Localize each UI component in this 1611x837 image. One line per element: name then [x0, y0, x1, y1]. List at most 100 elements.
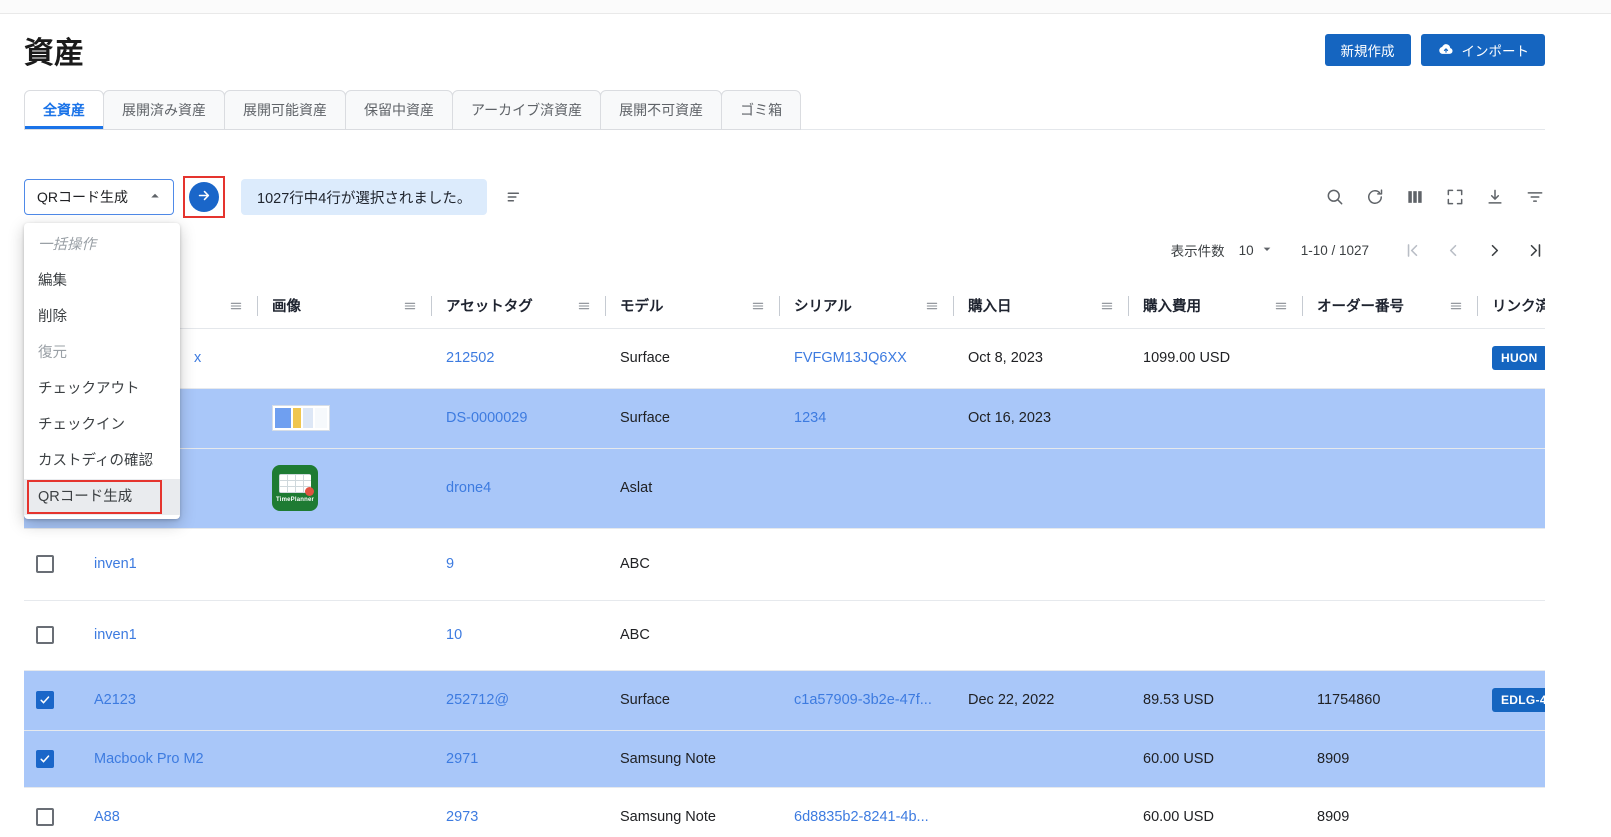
cell-order-number [1303, 600, 1478, 670]
asset-name-link[interactable]: A2123 [94, 692, 136, 708]
filter-icon[interactable] [1525, 187, 1545, 207]
asset-image-app-icon[interactable]: TimePlanner [272, 465, 318, 511]
asset-tag-link[interactable]: 2971 [446, 751, 478, 767]
columns-icon[interactable] [1405, 187, 1425, 207]
menu-item-bulk-operations: 一括操作 [24, 227, 180, 263]
arrow-right-icon [196, 187, 213, 207]
toolbar-right-icons [1325, 187, 1545, 207]
cell-model: ABC [606, 528, 780, 600]
table-row: Macbook Pro M22971Samsung Note60.00 USD8… [24, 730, 1545, 787]
linked-badge[interactable]: HUON [1492, 346, 1545, 370]
column-menu-icon[interactable] [750, 298, 766, 314]
pagination-range: 1-10 / 1027 [1301, 243, 1369, 258]
tab-trash[interactable]: ゴミ箱 [721, 90, 801, 130]
search-icon[interactable] [1325, 187, 1345, 207]
toolbar: QRコード生成 一括操作編集削除復元チェックアウトチェックインカストディの確認Q… [24, 176, 1545, 218]
cell-purchase-date [954, 787, 1129, 837]
menu-item-generate-qr[interactable]: QRコード生成 [24, 479, 180, 515]
menu-item-delete[interactable]: 削除 [24, 299, 180, 335]
import-button[interactable]: インポート [1421, 34, 1546, 66]
serial-link[interactable]: 6d8835b2-8241-4b... [794, 809, 929, 825]
column-header-purchase-date[interactable]: 購入日 [954, 284, 1129, 328]
asset-name-link[interactable]: Macbook Pro M2 [94, 751, 204, 767]
column-header-linked[interactable]: リンク済 [1478, 284, 1545, 328]
row-checkbox[interactable] [36, 808, 54, 826]
first-page-icon [1403, 241, 1422, 260]
column-header-asset-tag[interactable]: アセットタグ [432, 284, 606, 328]
cell-order-number [1303, 388, 1478, 448]
column-menu-icon[interactable] [1273, 298, 1289, 314]
tab-deployed-assets[interactable]: 展開済み資産 [103, 90, 225, 130]
asset-tag-link[interactable]: DS-0000029 [446, 410, 527, 426]
cell-purchase-date: Oct 8, 2023 [954, 328, 1129, 388]
cell-order-number [1303, 528, 1478, 600]
page-size-select[interactable]: 10 [1239, 241, 1275, 260]
cell-purchase-cost [1129, 388, 1303, 448]
column-menu-icon[interactable] [576, 298, 592, 314]
row-checkbox[interactable] [36, 750, 54, 768]
asset-image-thumbnail[interactable] [272, 405, 330, 431]
asset-name-link[interactable]: inven1 [94, 556, 137, 572]
tab-deployable-assets[interactable]: 展開可能資産 [224, 90, 346, 130]
cloud-upload-icon [1437, 40, 1455, 61]
fullscreen-icon[interactable] [1445, 187, 1465, 207]
last-page-icon[interactable] [1526, 241, 1545, 260]
tab-undeployable-assets[interactable]: 展開不可資産 [600, 90, 722, 130]
menu-item-checkin[interactable]: チェックイン [24, 407, 180, 443]
column-header-order-number[interactable]: オーダー番号 [1303, 284, 1478, 328]
cell-model: Aslat [606, 448, 780, 528]
serial-link[interactable]: 1234 [794, 410, 826, 426]
cell-purchase-cost: 1099.00 USD [1129, 328, 1303, 388]
download-icon[interactable] [1485, 187, 1505, 207]
table-row: DS-0000029Surface1234Oct 16, 2023 [24, 388, 1545, 448]
column-header-image[interactable]: 画像 [258, 284, 432, 328]
row-checkbox[interactable] [36, 555, 54, 573]
annotation-arrow-button [183, 176, 225, 218]
asset-name-link[interactable]: A88 [94, 809, 120, 825]
menu-item-confirm-custody[interactable]: カストディの確認 [24, 443, 180, 479]
column-menu-icon[interactable] [402, 298, 418, 314]
column-header-purchase-cost[interactable]: 購入費用 [1129, 284, 1303, 328]
tab-pending-assets[interactable]: 保留中資産 [345, 90, 453, 130]
column-menu-icon[interactable] [1099, 298, 1115, 314]
row-checkbox[interactable] [36, 626, 54, 644]
tab-archived-assets[interactable]: アーカイブ済資産 [452, 90, 601, 130]
column-label-linked: リンク済 [1492, 295, 1545, 316]
next-page-icon[interactable] [1485, 241, 1504, 260]
assets-table: 画像アセットタグモデルシリアル購入日購入費用オーダー番号リンク済 x212502… [24, 284, 1545, 837]
apply-bulk-action-button[interactable] [189, 182, 219, 212]
cell-model: Surface [606, 670, 780, 730]
linked-badge[interactable]: EDLG-4 [1492, 688, 1545, 712]
row-checkbox[interactable] [36, 691, 54, 709]
page-header: 資産 新規作成 インポート [24, 28, 1545, 72]
asset-tag-link[interactable]: drone4 [446, 480, 491, 496]
asset-tag-link[interactable]: 9 [446, 556, 454, 572]
assets-table-wrap: 画像アセットタグモデルシリアル購入日購入費用オーダー番号リンク済 x212502… [24, 284, 1545, 837]
tab-all-assets[interactable]: 全資産 [24, 90, 104, 130]
column-menu-icon[interactable] [228, 298, 244, 314]
asset-tag-link[interactable]: 252712@ [446, 692, 509, 708]
asset-tag-link[interactable]: 2973 [446, 809, 478, 825]
menu-item-checkout[interactable]: チェックアウト [24, 371, 180, 407]
menu-item-edit[interactable]: 編集 [24, 263, 180, 299]
column-menu-icon[interactable] [924, 298, 940, 314]
column-menu-icon[interactable] [1448, 298, 1464, 314]
cell-purchase-cost: 60.00 USD [1129, 787, 1303, 837]
serial-link[interactable]: c1a57909-3b2e-47f... [794, 692, 932, 708]
cell-order-number: 11754860 [1303, 670, 1478, 730]
serial-link[interactable]: FVFGM13JQ6XX [794, 350, 907, 366]
asset-name-link[interactable]: inven1 [94, 627, 137, 643]
page-size-value: 10 [1239, 243, 1254, 258]
tab-bar: 全資産展開済み資産展開可能資産保留中資産アーカイブ済資産展開不可資産ゴミ箱 [24, 90, 1545, 130]
asset-tag-link[interactable]: 212502 [446, 350, 494, 366]
column-header-serial[interactable]: シリアル [780, 284, 954, 328]
asset-tag-link[interactable]: 10 [446, 627, 462, 643]
column-header-model[interactable]: モデル [606, 284, 780, 328]
page-size-label: 表示件数 [1171, 240, 1225, 260]
app-icon-label: TimePlanner [276, 497, 314, 503]
sort-lines-icon[interactable] [505, 187, 525, 207]
refresh-icon[interactable] [1365, 187, 1385, 207]
bulk-action-select[interactable]: QRコード生成 [24, 179, 174, 215]
create-button[interactable]: 新規作成 [1325, 34, 1411, 66]
cell-order-number [1303, 448, 1478, 528]
